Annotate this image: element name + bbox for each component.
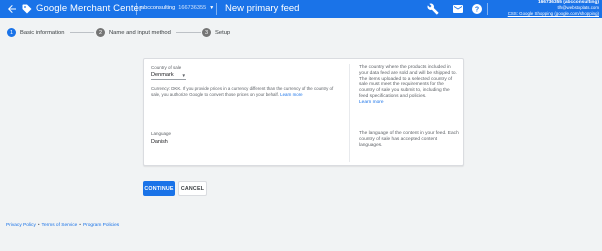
program-policies-link[interactable]: Program Policies — [83, 223, 119, 228]
divider — [136, 3, 137, 15]
step-connector — [176, 32, 201, 33]
country-select[interactable]: Denmark ▼ — [151, 71, 186, 80]
column-divider — [349, 64, 350, 162]
account-id: 166736355 — [178, 5, 207, 11]
stepper: 1 Basic information 2 Name and input met… — [0, 24, 602, 43]
footer-separator: • — [79, 223, 81, 228]
country-value: Denmark — [151, 72, 174, 78]
step-connector — [70, 32, 94, 33]
footer-separator: • — [37, 223, 40, 228]
step-setup[interactable]: 3 Setup — [202, 28, 230, 37]
css-link[interactable]: CSS: Google Shopping (google.com/shoppin… — [508, 11, 599, 16]
account-switcher[interactable]: abcconsulting 166736355 ▼ — [141, 5, 214, 11]
step-label: Name and input method — [109, 29, 171, 36]
step-name-and-input-method[interactable]: 2 Name and input method — [96, 28, 171, 37]
chevron-down-icon: ▼ — [181, 72, 186, 78]
currency-learn-more-link[interactable]: Learn more — [280, 92, 302, 97]
step-number: 1 — [7, 28, 16, 37]
step-label: Basic information — [20, 29, 65, 36]
account-name: abcconsulting — [141, 5, 176, 11]
account-info[interactable]: 166736355 (abcconsulting) tlh@webstxplat… — [508, 0, 599, 16]
privacy-policy-link[interactable]: Privacy Policy — [6, 223, 36, 228]
step-label: Setup — [215, 29, 231, 36]
currency-help: Currency: DKK. If you provide prices in … — [151, 86, 339, 97]
divider — [487, 3, 488, 15]
back-arrow-icon[interactable] — [6, 3, 18, 15]
step-number: 2 — [96, 28, 105, 37]
country-side-help: The country where the products included … — [359, 65, 459, 106]
cancel-button[interactable]: CANCEL — [178, 181, 207, 196]
mail-icon[interactable] — [452, 3, 464, 15]
footer-links: Privacy Policy • Terms of Service • Prog… — [6, 223, 119, 228]
step-number: 3 — [202, 28, 211, 37]
page-title: New primary feed — [225, 3, 300, 14]
language-value: Danish — [151, 139, 168, 145]
divider — [216, 3, 217, 15]
continue-button[interactable]: CONTINUE — [143, 181, 175, 196]
step-basic-information[interactable]: 1 Basic information — [7, 28, 64, 37]
language-label: Language — [151, 131, 172, 136]
top-app-bar: Google Merchant Center abcconsulting 166… — [0, 0, 602, 18]
country-learn-more-link[interactable]: Learn more — [359, 100, 459, 106]
wrench-icon[interactable] — [427, 3, 439, 15]
svg-text:?: ? — [475, 7, 479, 14]
language-side-help: The language of the content in your feed… — [359, 131, 459, 148]
feed-settings-card: Country of sale Denmark ▼ Currency: DKK.… — [143, 58, 464, 166]
terms-of-service-link[interactable]: Terms of Service — [42, 223, 78, 228]
country-label: Country of sale — [151, 65, 182, 70]
chevron-down-icon: ▼ — [209, 5, 215, 11]
currency-help-text: Currency: DKK. If you provide prices in … — [151, 86, 334, 97]
merchant-center-logo — [22, 4, 32, 14]
help-icon[interactable]: ? — [471, 3, 483, 15]
app-title: Google Merchant Center — [36, 3, 143, 14]
country-side-help-text: The country where the products included … — [359, 65, 457, 99]
